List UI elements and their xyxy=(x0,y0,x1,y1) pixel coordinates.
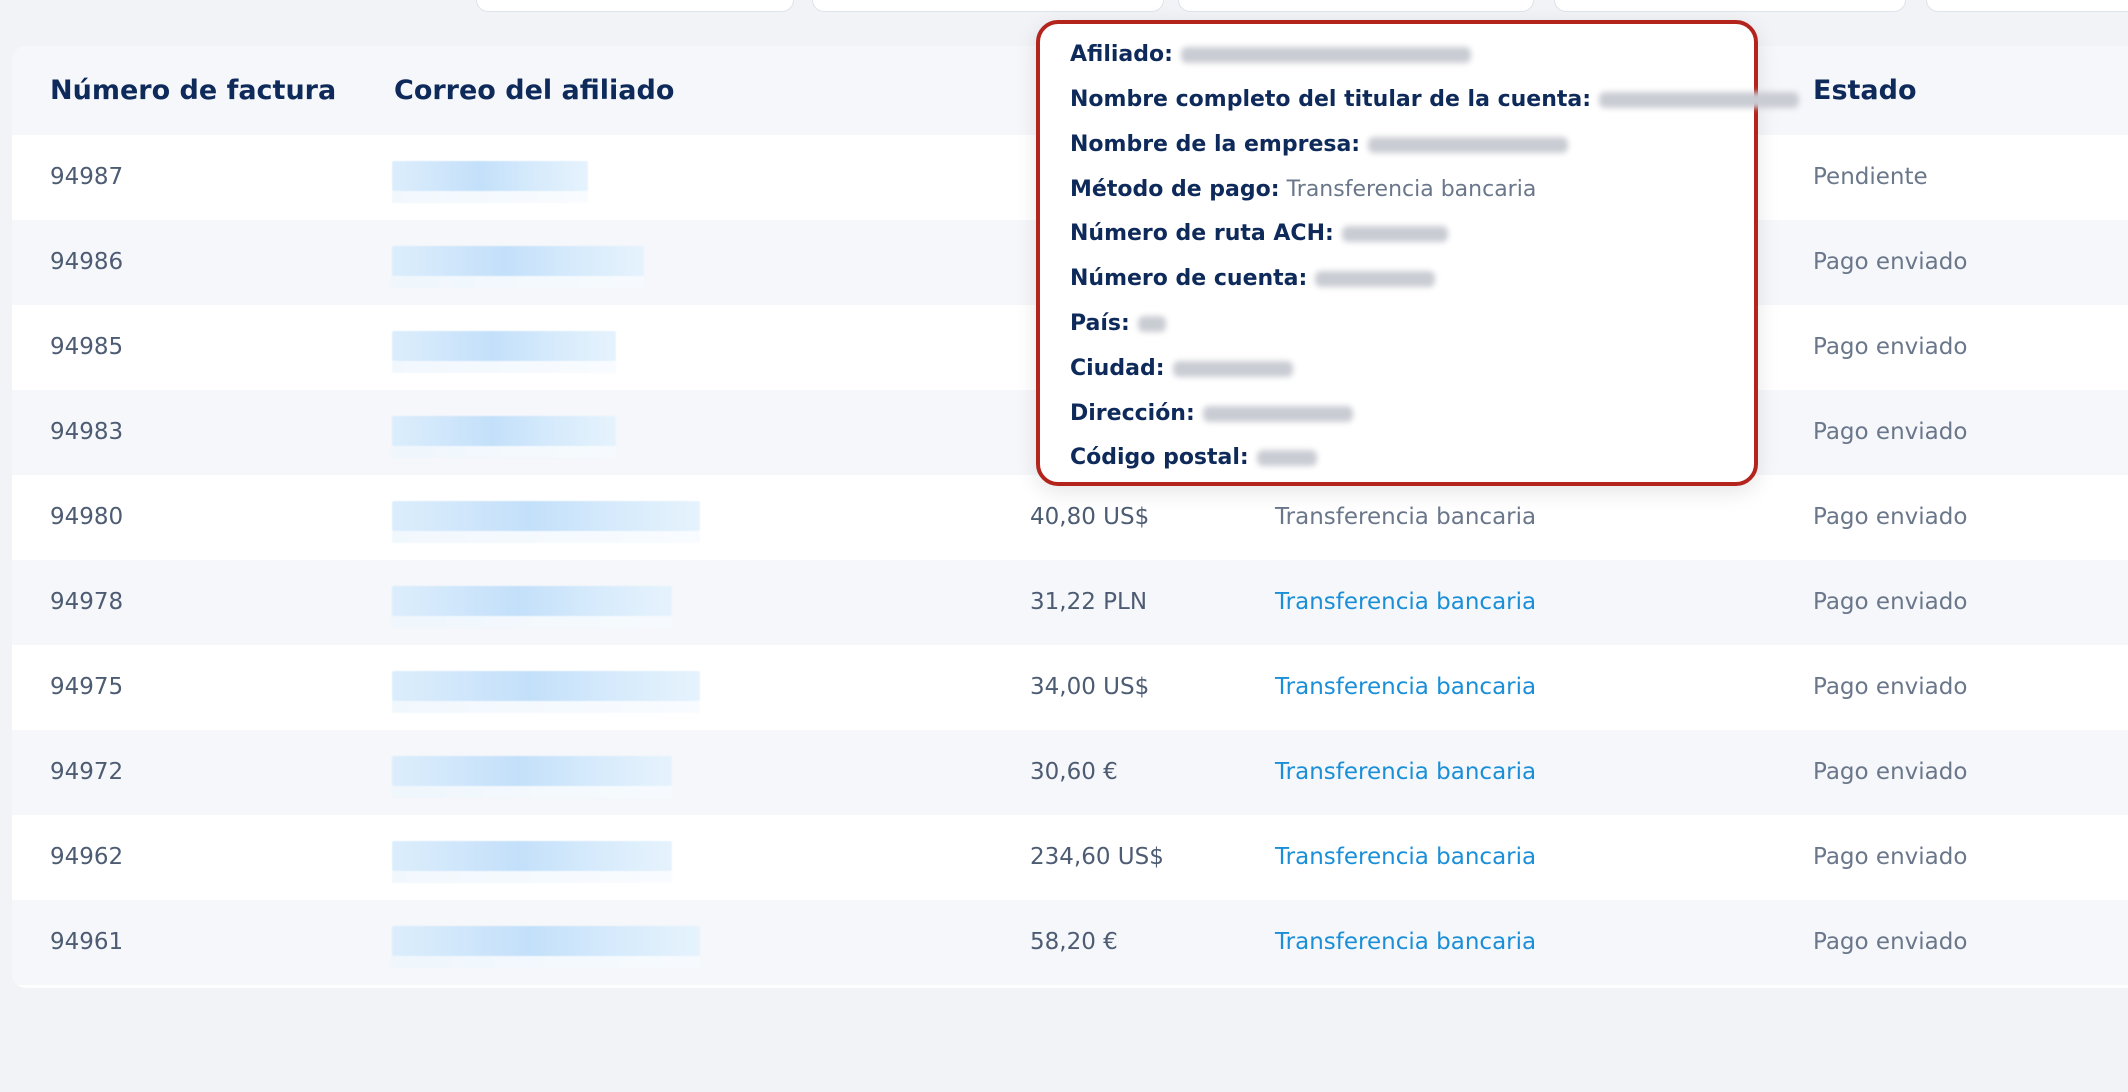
invoice-status: Pago enviado xyxy=(1813,249,1968,275)
invoice-status: Pago enviado xyxy=(1813,334,1968,360)
header-invoice-number[interactable]: Número de factura xyxy=(50,46,336,135)
table-row: 94980 40,80 US$ Transferencia bancaria P… xyxy=(12,475,2128,560)
invoice-number: 94961 xyxy=(50,929,124,955)
invoice-status: Pago enviado xyxy=(1813,674,1968,700)
invoice-status: Pago enviado xyxy=(1813,929,1968,955)
affiliate-email-redacted xyxy=(392,926,700,968)
redacted-value xyxy=(1368,137,1569,153)
invoice-number: 94978 xyxy=(50,589,124,615)
invoice-number: 94980 xyxy=(50,504,124,530)
popup-label: Método de pago: xyxy=(1070,177,1280,202)
popup-label: Número de cuenta: xyxy=(1070,266,1308,291)
invoice-number: 94975 xyxy=(50,674,124,700)
invoice-amount: 30,60 € xyxy=(1030,759,1118,785)
redacted-value xyxy=(1256,450,1317,466)
popup-label: Nombre de la empresa: xyxy=(1070,132,1361,157)
popup-account-holder: Nombre completo del titular de la cuenta… xyxy=(1070,80,1800,120)
filter-button-3[interactable] xyxy=(1178,0,1534,12)
payment-method-link[interactable]: Transferencia bancaria xyxy=(1275,815,1536,900)
affiliate-email-redacted xyxy=(392,586,672,628)
popup-label: Afiliado: xyxy=(1070,42,1173,67)
invoice-status: Pendiente xyxy=(1813,164,1928,190)
table-row: 94975 34,00 US$ Transferencia bancaria P… xyxy=(12,645,2128,730)
redacted-value xyxy=(1180,47,1471,63)
invoice-amount: 58,20 € xyxy=(1030,929,1118,955)
filter-button-5[interactable] xyxy=(1926,0,2128,12)
invoice-number: 94987 xyxy=(50,164,124,190)
filter-button-2[interactable] xyxy=(812,0,1164,12)
redacted-value xyxy=(1137,316,1166,332)
popup-payment-method: Método de pago: Transferencia bancaria xyxy=(1070,170,1536,210)
payment-method-link[interactable]: Transferencia bancaria xyxy=(1275,645,1536,730)
popup-label: Dirección: xyxy=(1070,401,1195,426)
filter-button-1[interactable] xyxy=(476,0,794,12)
invoice-number: 94985 xyxy=(50,334,124,360)
table-row: 94972 30,60 € Transferencia bancaria Pag… xyxy=(12,730,2128,815)
invoice-number: 94983 xyxy=(50,419,124,445)
invoice-amount: 34,00 US$ xyxy=(1030,674,1150,700)
invoice-number: 94972 xyxy=(50,759,124,785)
payment-method-link[interactable]: Transferencia bancaria xyxy=(1275,730,1536,815)
filter-button-4[interactable] xyxy=(1554,0,1906,12)
redacted-value xyxy=(1202,406,1353,422)
popup-ach-routing: Número de ruta ACH: xyxy=(1070,214,1448,254)
popup-payment-method-value: Transferencia bancaria xyxy=(1286,177,1537,202)
popup-address: Dirección: xyxy=(1070,394,1353,434)
popup-postal-code: Código postal: xyxy=(1070,438,1317,478)
popup-label: Número de ruta ACH: xyxy=(1070,221,1334,246)
table-row: 94961 58,20 € Transferencia bancaria Pag… xyxy=(12,900,2128,985)
invoice-amount: 31,22 PLN xyxy=(1030,589,1148,615)
popup-city: Ciudad: xyxy=(1070,349,1293,389)
popup-label: Nombre completo del titular de la cuenta… xyxy=(1070,87,1592,112)
redacted-value xyxy=(1315,271,1436,287)
invoice-status: Pago enviado xyxy=(1813,759,1968,785)
affiliate-email-redacted xyxy=(392,331,616,373)
invoice-amount: 40,80 US$ xyxy=(1030,504,1150,530)
invoice-amount: 234,60 US$ xyxy=(1030,844,1164,870)
invoice-status: Pago enviado xyxy=(1813,844,1968,870)
payment-method-link[interactable]: Transferencia bancaria xyxy=(1275,560,1536,645)
affiliate-email-redacted xyxy=(392,756,672,798)
redacted-value xyxy=(1599,92,1800,108)
redacted-value xyxy=(1341,226,1448,242)
header-status[interactable]: Estado xyxy=(1813,46,1917,135)
popup-account-number: Número de cuenta: xyxy=(1070,259,1436,299)
top-filter-bar xyxy=(0,0,2128,14)
payment-method: Transferencia bancaria xyxy=(1275,504,1537,530)
affiliate-email-redacted xyxy=(392,841,672,883)
invoice-status: Pago enviado xyxy=(1813,504,1968,530)
invoice-status: Pago enviado xyxy=(1813,419,1968,445)
popup-label: Ciudad: xyxy=(1070,356,1165,381)
affiliate-email-redacted xyxy=(392,501,700,543)
header-affiliate-email[interactable]: Correo del afiliado xyxy=(394,46,674,135)
affiliate-email-redacted xyxy=(392,671,700,713)
table-row: 94978 31,22 PLN Transferencia bancaria P… xyxy=(12,560,2128,645)
payment-method-link[interactable]: Transferencia bancaria xyxy=(1275,900,1536,985)
table-row: 94962 234,60 US$ Transferencia bancaria … xyxy=(12,815,2128,900)
affiliate-email-redacted xyxy=(392,161,588,203)
popup-label: Código postal: xyxy=(1070,445,1249,470)
invoice-number: 94986 xyxy=(50,249,124,275)
affiliate-email-redacted xyxy=(392,246,644,288)
affiliate-email-redacted xyxy=(392,416,616,458)
payment-details-popup: Afiliado: Nombre completo del titular de… xyxy=(1036,20,1800,486)
popup-affiliate: Afiliado: xyxy=(1070,35,1471,75)
invoice-status: Pago enviado xyxy=(1813,589,1968,615)
redacted-value xyxy=(1172,361,1293,377)
invoice-number: 94962 xyxy=(50,844,124,870)
popup-label: País: xyxy=(1070,311,1130,336)
popup-country: País: xyxy=(1070,304,1166,344)
popup-company: Nombre de la empresa: xyxy=(1070,125,1569,165)
